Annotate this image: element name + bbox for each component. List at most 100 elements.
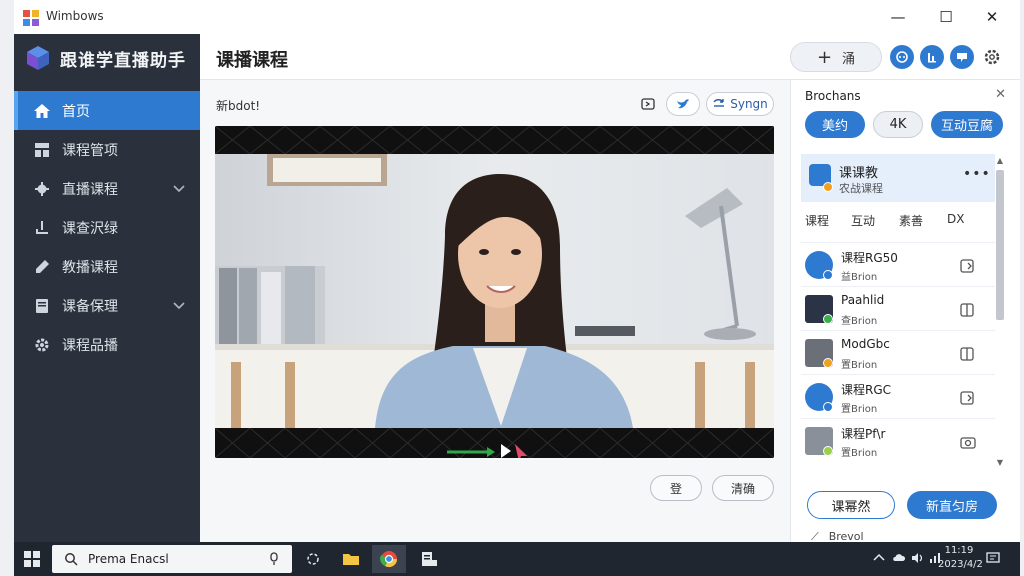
confirm-button[interactable]: 清确 bbox=[712, 475, 774, 501]
sidebar-item-live-course[interactable]: 直播课程 bbox=[14, 169, 200, 208]
app-logo-icon bbox=[23, 10, 39, 26]
minimize-button[interactable]: — bbox=[876, 4, 920, 30]
secondary-button[interactable]: 登 bbox=[650, 475, 702, 501]
badge-icon bbox=[823, 446, 833, 456]
chevron-up-icon[interactable] bbox=[872, 551, 886, 565]
scroll-up-icon[interactable]: ▲ bbox=[995, 156, 1005, 166]
page-title: 课播课程 bbox=[216, 50, 288, 71]
list-item-title: 课程RGC bbox=[841, 383, 892, 397]
camera-icon[interactable] bbox=[959, 433, 979, 451]
list-item[interactable]: 课程Pf\r 置Brion bbox=[801, 418, 995, 462]
taskbar: Prema Enacsl 11:19 2023/4/2 bbox=[14, 542, 1020, 576]
app-window-icon[interactable] bbox=[412, 545, 446, 573]
tab-dx[interactable]: DX bbox=[947, 212, 964, 226]
close-button[interactable]: ✕ bbox=[970, 4, 1014, 30]
list-item-subtitle: 置Brion bbox=[841, 360, 878, 371]
chip-beauty[interactable]: 美约 bbox=[805, 111, 865, 138]
list-item[interactable]: Paahlid 查Brion bbox=[801, 286, 995, 330]
bird-icon bbox=[677, 99, 689, 109]
export-icon[interactable] bbox=[959, 389, 979, 407]
maximize-button[interactable]: ☐ bbox=[924, 4, 968, 30]
chrome-icon[interactable] bbox=[372, 545, 406, 573]
add-button[interactable]: + 涌 bbox=[790, 42, 882, 72]
badge-icon bbox=[823, 270, 833, 280]
sidebar-item-label: 课程品播 bbox=[62, 337, 118, 354]
chip-label: 互动豆腐 bbox=[940, 119, 993, 134]
chart-icon[interactable] bbox=[920, 45, 944, 69]
brand: 跟谁学直播助手 bbox=[26, 44, 186, 72]
chip-interactive[interactable]: 互动豆腐 bbox=[931, 111, 1003, 138]
video-frame bbox=[215, 126, 774, 458]
add-button-label: 涌 bbox=[842, 51, 856, 67]
share-icon bbox=[641, 98, 655, 110]
selected-course-card[interactable]: 课课教 农战课程 ••• bbox=[801, 154, 995, 202]
export-icon[interactable] bbox=[959, 345, 979, 363]
sidebar-item-teaching[interactable]: 教播课程 bbox=[14, 247, 200, 286]
window-title: Wimbows bbox=[46, 9, 104, 23]
scroll-thumb[interactable] bbox=[996, 170, 1004, 320]
sidebar-item-quality[interactable]: 课程品播 bbox=[14, 325, 200, 364]
page-header: 课播课程 + 涌 bbox=[200, 34, 1020, 80]
sync-label: Syngn bbox=[730, 97, 768, 111]
screen-share-button[interactable] bbox=[636, 92, 660, 116]
windows-start-icon[interactable] bbox=[24, 551, 40, 567]
chevron-down-icon[interactable] bbox=[172, 181, 186, 195]
video-preview[interactable] bbox=[215, 126, 774, 458]
export-icon[interactable] bbox=[959, 301, 979, 319]
file-explorer-icon[interactable] bbox=[334, 545, 368, 573]
discord-icon[interactable] bbox=[890, 45, 914, 69]
chip-4k[interactable]: 4K bbox=[873, 111, 923, 138]
search-icon bbox=[65, 553, 78, 566]
tab-material[interactable]: 素善 bbox=[899, 212, 923, 229]
list-item[interactable]: 课程RG50 益Brion bbox=[801, 242, 995, 286]
new-room-button[interactable]: 新直匀房 bbox=[907, 491, 997, 519]
sidebar-item-label: 课查沢绿 bbox=[62, 220, 118, 237]
secondary-button-label: 登 bbox=[669, 481, 682, 496]
sidebar-item-records[interactable]: 课查沢绿 bbox=[14, 208, 200, 247]
sidebar-item-label: 课程管项 bbox=[62, 142, 118, 159]
sidebar-nav: 首页 课程管项 直播课程 课查沢绿 教播课程 课备保理 课程品播 bbox=[14, 91, 200, 364]
taskbar-search[interactable]: Prema Enacsl bbox=[52, 545, 292, 573]
sync-button[interactable]: Syngn bbox=[706, 92, 774, 116]
more-icon[interactable]: ••• bbox=[963, 166, 991, 182]
pen-icon bbox=[32, 257, 52, 277]
panel-left-button[interactable]: 课幂然 bbox=[807, 491, 895, 519]
right-panel: Brochans ✕ 美约 4K 互动豆腐 课课教 农战课程 ••• 课程 互动… bbox=[790, 80, 1020, 543]
sidebar-item-label: 直播课程 bbox=[62, 181, 118, 198]
document-icon bbox=[32, 296, 52, 316]
microphone-icon[interactable] bbox=[268, 552, 280, 566]
chevron-down-icon[interactable] bbox=[172, 298, 186, 312]
export-icon[interactable] bbox=[959, 257, 979, 275]
sidebar-item-course-manage[interactable]: 课程管项 bbox=[14, 130, 200, 169]
sidebar-item-backup[interactable]: 课备保理 bbox=[14, 286, 200, 325]
cloud-icon[interactable] bbox=[892, 551, 906, 565]
badge-icon bbox=[823, 358, 833, 368]
task-view-icon[interactable] bbox=[296, 545, 330, 573]
course-list: 课课教 农战课程 ••• 课程 互动 素善 DX 课程RG50 益Brion P… bbox=[801, 154, 995, 470]
list-item[interactable]: ModGbc 置Brion bbox=[801, 330, 995, 374]
arrow-icon bbox=[713, 99, 725, 107]
sidebar: 跟谁学直播助手 首页 课程管项 直播课程 课查沢绿 教播课程 课备保理 课程品播 bbox=[14, 34, 200, 542]
search-input[interactable]: Prema Enacsl bbox=[88, 552, 169, 566]
badge-icon bbox=[823, 402, 833, 412]
chat-icon[interactable] bbox=[950, 45, 974, 69]
pin-icon[interactable]: ✕ bbox=[995, 87, 1006, 102]
panel-title: Brochans bbox=[805, 89, 861, 103]
scroll-down-icon[interactable]: ▼ bbox=[995, 458, 1005, 468]
tab-interaction[interactable]: 互动 bbox=[851, 212, 875, 229]
list-scrollbar[interactable]: ▲ ▼ bbox=[995, 156, 1005, 468]
list-item[interactable]: 课程RGC 置Brion bbox=[801, 374, 995, 418]
settings-icon[interactable] bbox=[980, 45, 1004, 69]
close-icon: ✕ bbox=[985, 8, 999, 26]
list-item-subtitle: 查Brion bbox=[841, 316, 878, 327]
taskbar-clock[interactable]: 11:19 2023/4/2 bbox=[938, 544, 983, 572]
main-content: 新bdot! Syngn 登 清确 bbox=[200, 80, 790, 542]
plus-icon: + bbox=[816, 46, 833, 68]
notification-icon[interactable] bbox=[986, 551, 1000, 565]
sidebar-item-home[interactable]: 首页 bbox=[14, 91, 200, 130]
bird-button[interactable] bbox=[666, 92, 700, 116]
list-item-subtitle: 置Brion bbox=[841, 448, 878, 459]
stream-label: 新bdot! bbox=[216, 99, 261, 113]
tab-course[interactable]: 课程 bbox=[805, 212, 829, 229]
volume-icon[interactable] bbox=[910, 551, 924, 565]
